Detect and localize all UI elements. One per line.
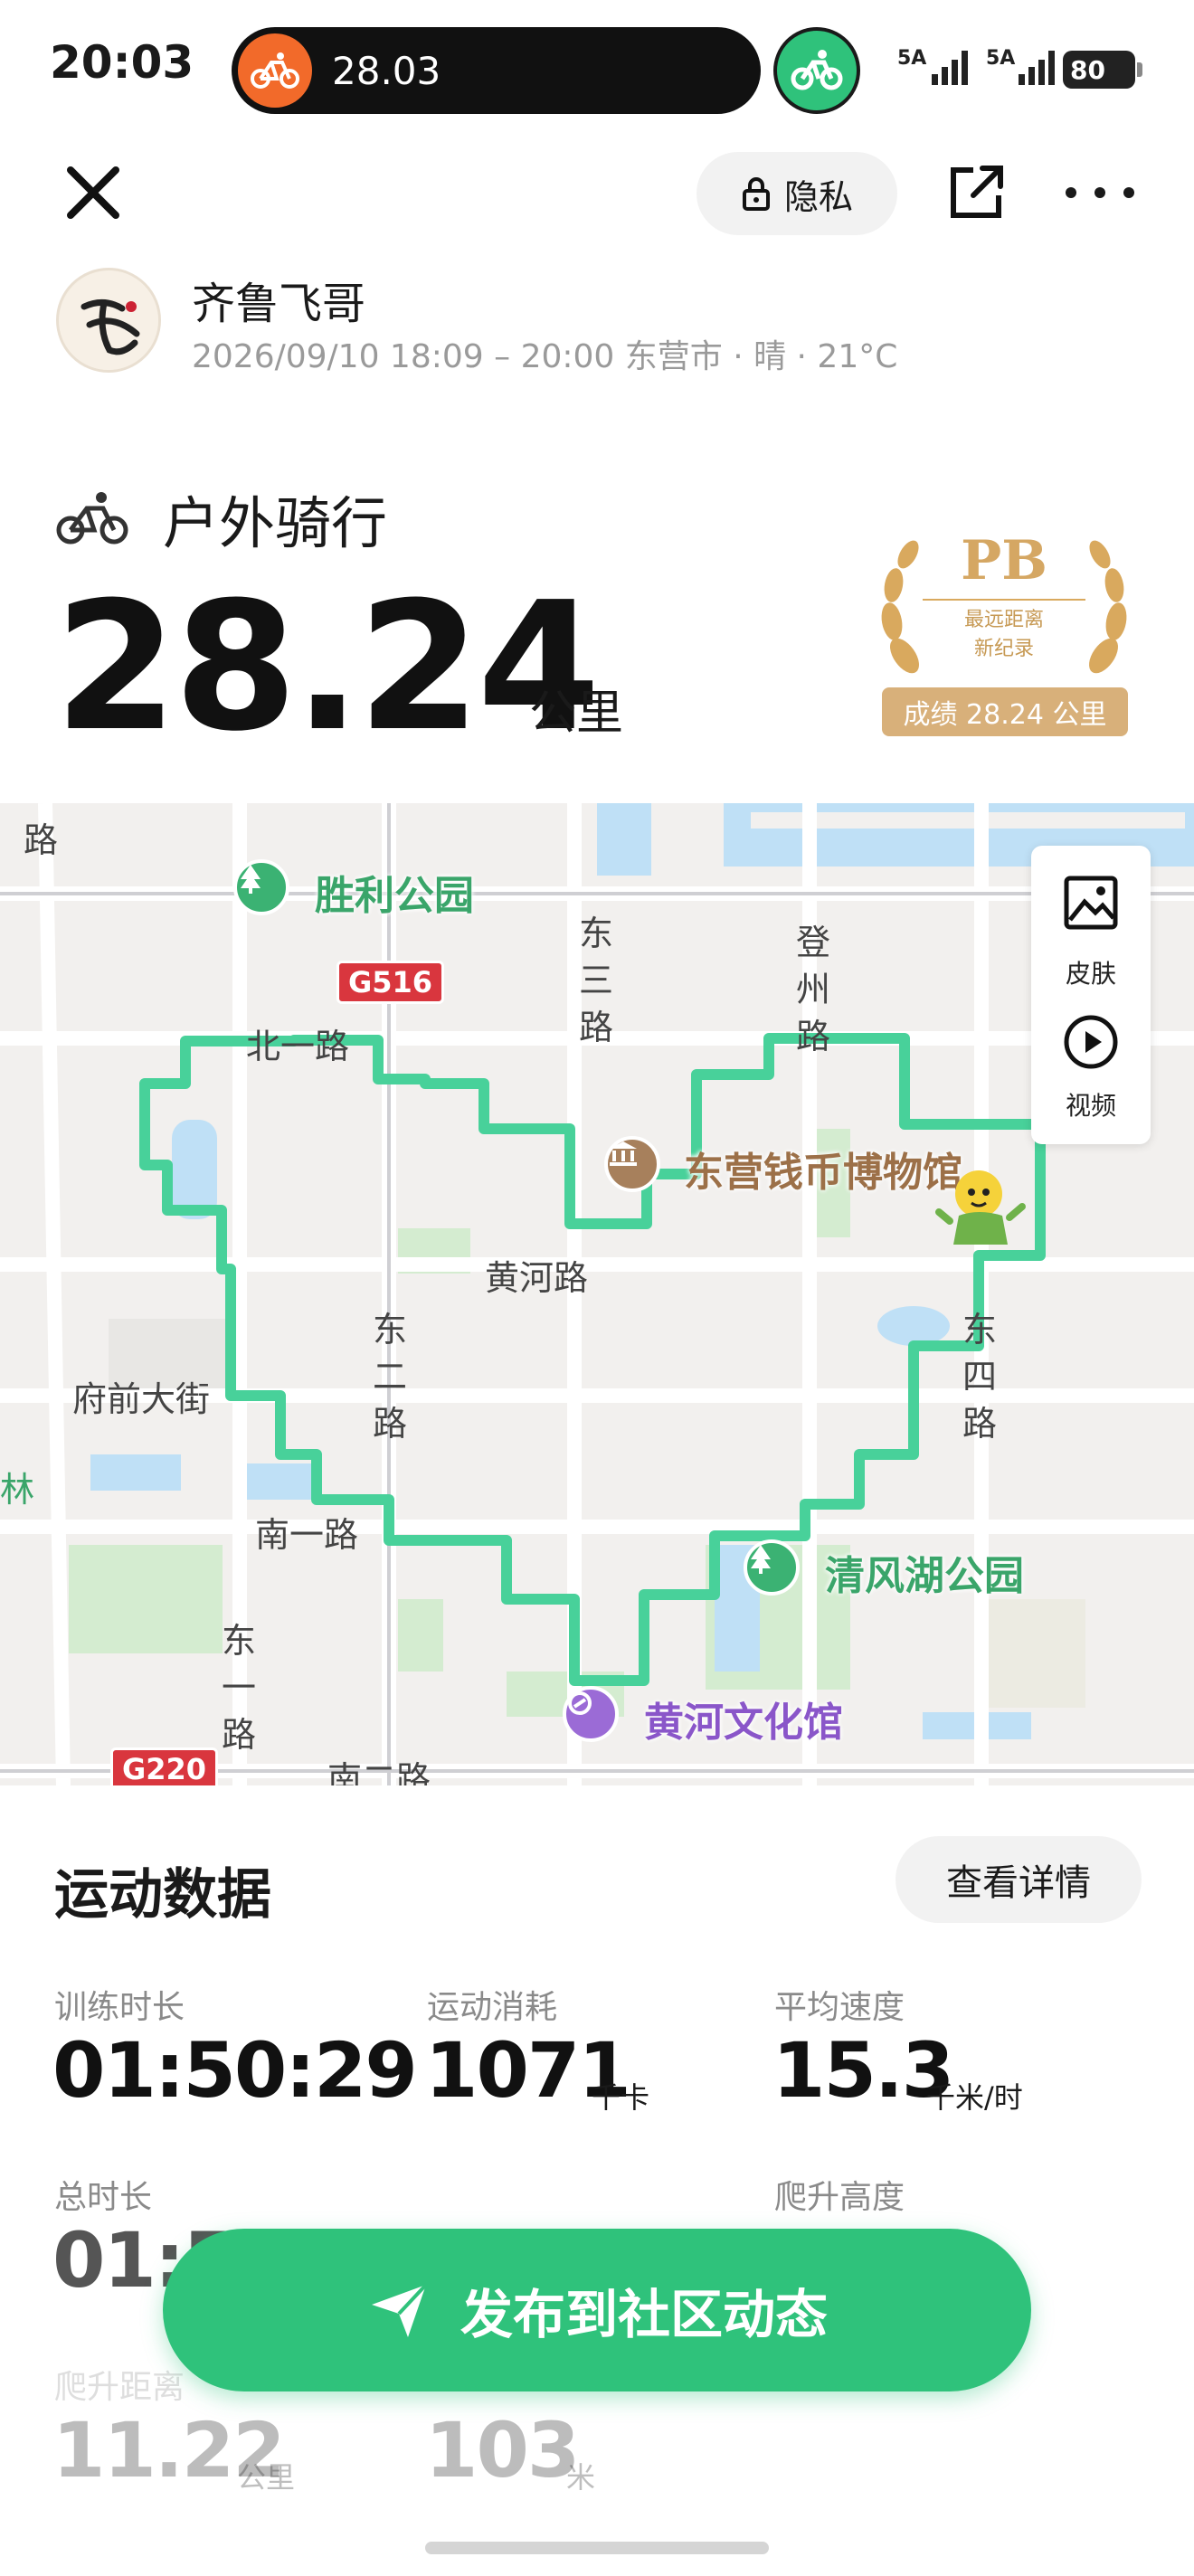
view-details-button[interactable]: 查看详情 bbox=[896, 1836, 1142, 1923]
signal-bars-icon bbox=[932, 51, 968, 85]
pb-title: PB bbox=[961, 529, 1047, 592]
pb-line1: 最远距离 bbox=[963, 609, 1044, 631]
signal-label-1: 5A bbox=[897, 47, 927, 70]
map-label-road: 路 bbox=[24, 820, 59, 860]
map-label-huanghe-road: 黄河路 bbox=[485, 1258, 589, 1298]
map-label-lin: 林 bbox=[0, 1470, 35, 1510]
stat-unit: 千米/时 bbox=[926, 2080, 1023, 2115]
battery-indicator: 80 bbox=[1063, 51, 1142, 89]
signal-label-2: 5A bbox=[986, 47, 1016, 70]
send-icon bbox=[371, 2283, 428, 2337]
close-icon[interactable] bbox=[62, 161, 125, 224]
map-label-fuqian-street: 府前大街 bbox=[72, 1379, 211, 1419]
live-activity-pill[interactable]: 28.03 bbox=[232, 27, 761, 114]
pb-line2: 新纪录 bbox=[973, 638, 1034, 660]
poi-coin-museum[interactable]: 东营钱币博物馆 bbox=[684, 1140, 962, 1198]
culture-venue-icon bbox=[563, 1686, 619, 1742]
map-label-donger-road: 东二路 bbox=[372, 1310, 407, 1444]
stats-section: 运动数据 查看详情 训练时长 01:50:29 运动消耗 1071 千卡 平均速… bbox=[0, 1785, 1194, 2576]
stat-label: 平均速度 bbox=[774, 1989, 905, 2026]
highway-shield-g220: G220 bbox=[110, 1747, 219, 1785]
stat-label: 总时长 bbox=[54, 2179, 153, 2216]
lock-icon bbox=[742, 177, 770, 211]
publish-label: 发布到社区动态 bbox=[460, 2284, 828, 2345]
stats-title: 运动数据 bbox=[54, 1863, 271, 1927]
poi-qingfeng-park[interactable]: 清风湖公园 bbox=[825, 1543, 1024, 1601]
live-activity-value: 28.03 bbox=[332, 48, 441, 93]
sport-name: 户外骑行 bbox=[163, 490, 388, 556]
distance-unit: 公里 bbox=[529, 687, 624, 741]
more-options-icon[interactable] bbox=[1066, 177, 1134, 208]
video-label[interactable]: 视频 bbox=[1031, 1086, 1151, 1122]
status-time: 20:03 bbox=[50, 36, 194, 89]
stat-unit: 米 bbox=[566, 2460, 596, 2495]
map-label-beiyi-road: 北一路 bbox=[246, 1027, 350, 1066]
highway-shield-g516: G516 bbox=[336, 961, 445, 1004]
route-map[interactable]: 路 胜利公园 G516 东三路 登州路 北一路 东营钱币博物馆 黄河路 东二路 … bbox=[0, 803, 1194, 1785]
poi-yellow-river-culture[interactable]: 黄河文化馆 bbox=[644, 1690, 843, 1747]
skin-icon[interactable] bbox=[1063, 875, 1119, 931]
bike-icon bbox=[56, 492, 128, 545]
share-icon[interactable] bbox=[946, 163, 1006, 223]
video-icon[interactable] bbox=[1063, 1014, 1119, 1070]
map-label-nanyi-road: 南一路 bbox=[255, 1515, 359, 1555]
park-icon bbox=[744, 1539, 800, 1596]
map-label-dongsan-road: 东三路 bbox=[578, 914, 613, 1047]
bike-icon bbox=[238, 33, 312, 108]
stat-label: 爬升高度 bbox=[774, 2179, 905, 2216]
map-label-dongyi-road: 东一路 bbox=[221, 1621, 256, 1755]
privacy-label: 隐私 bbox=[783, 176, 853, 217]
map-label-dengzhou-road: 登州路 bbox=[795, 923, 830, 1056]
park-icon bbox=[233, 859, 289, 915]
mascot-icon bbox=[935, 1170, 1026, 1245]
stat-value: 01:50:29 bbox=[52, 2026, 418, 2115]
stat-value: 103 bbox=[425, 2406, 580, 2495]
stat-unit: 千卡 bbox=[592, 2080, 650, 2115]
pb-score: 成绩 28.24 公里 bbox=[882, 687, 1128, 736]
museum-icon bbox=[604, 1136, 660, 1192]
distance-value: 28.24 bbox=[54, 564, 601, 771]
activity-meta: 2026/09/10 18:09 – 20:00 东营市 · 晴 · 21°C bbox=[192, 338, 898, 375]
stat-unit: 公里 bbox=[237, 2460, 296, 2495]
skin-label[interactable]: 皮肤 bbox=[1031, 954, 1151, 990]
stat-label: 爬升距离 bbox=[54, 2369, 185, 2406]
status-bar: 20:03 28.03 5A 5A 80 bbox=[0, 0, 1194, 136]
map-label-dongsi-road: 东四路 bbox=[962, 1310, 997, 1444]
avatar[interactable] bbox=[56, 268, 161, 373]
map-label-naner-road: 南二路 bbox=[327, 1759, 431, 1785]
stat-label: 运动消耗 bbox=[427, 1989, 558, 2026]
privacy-button[interactable]: 隐私 bbox=[696, 152, 897, 235]
stat-label: 训练时长 bbox=[54, 1989, 185, 2026]
home-indicator[interactable] bbox=[425, 2542, 769, 2554]
poi-shengli-park[interactable]: 胜利公园 bbox=[315, 863, 474, 921]
cycling-app-icon[interactable] bbox=[773, 27, 860, 114]
publish-to-community-button[interactable]: 发布到社区动态 bbox=[163, 2229, 1031, 2391]
username[interactable]: 齐鲁飞哥 bbox=[192, 268, 365, 331]
map-side-panel: 皮肤 视频 bbox=[1031, 846, 1151, 1144]
signal-bars-icon bbox=[1019, 51, 1055, 85]
